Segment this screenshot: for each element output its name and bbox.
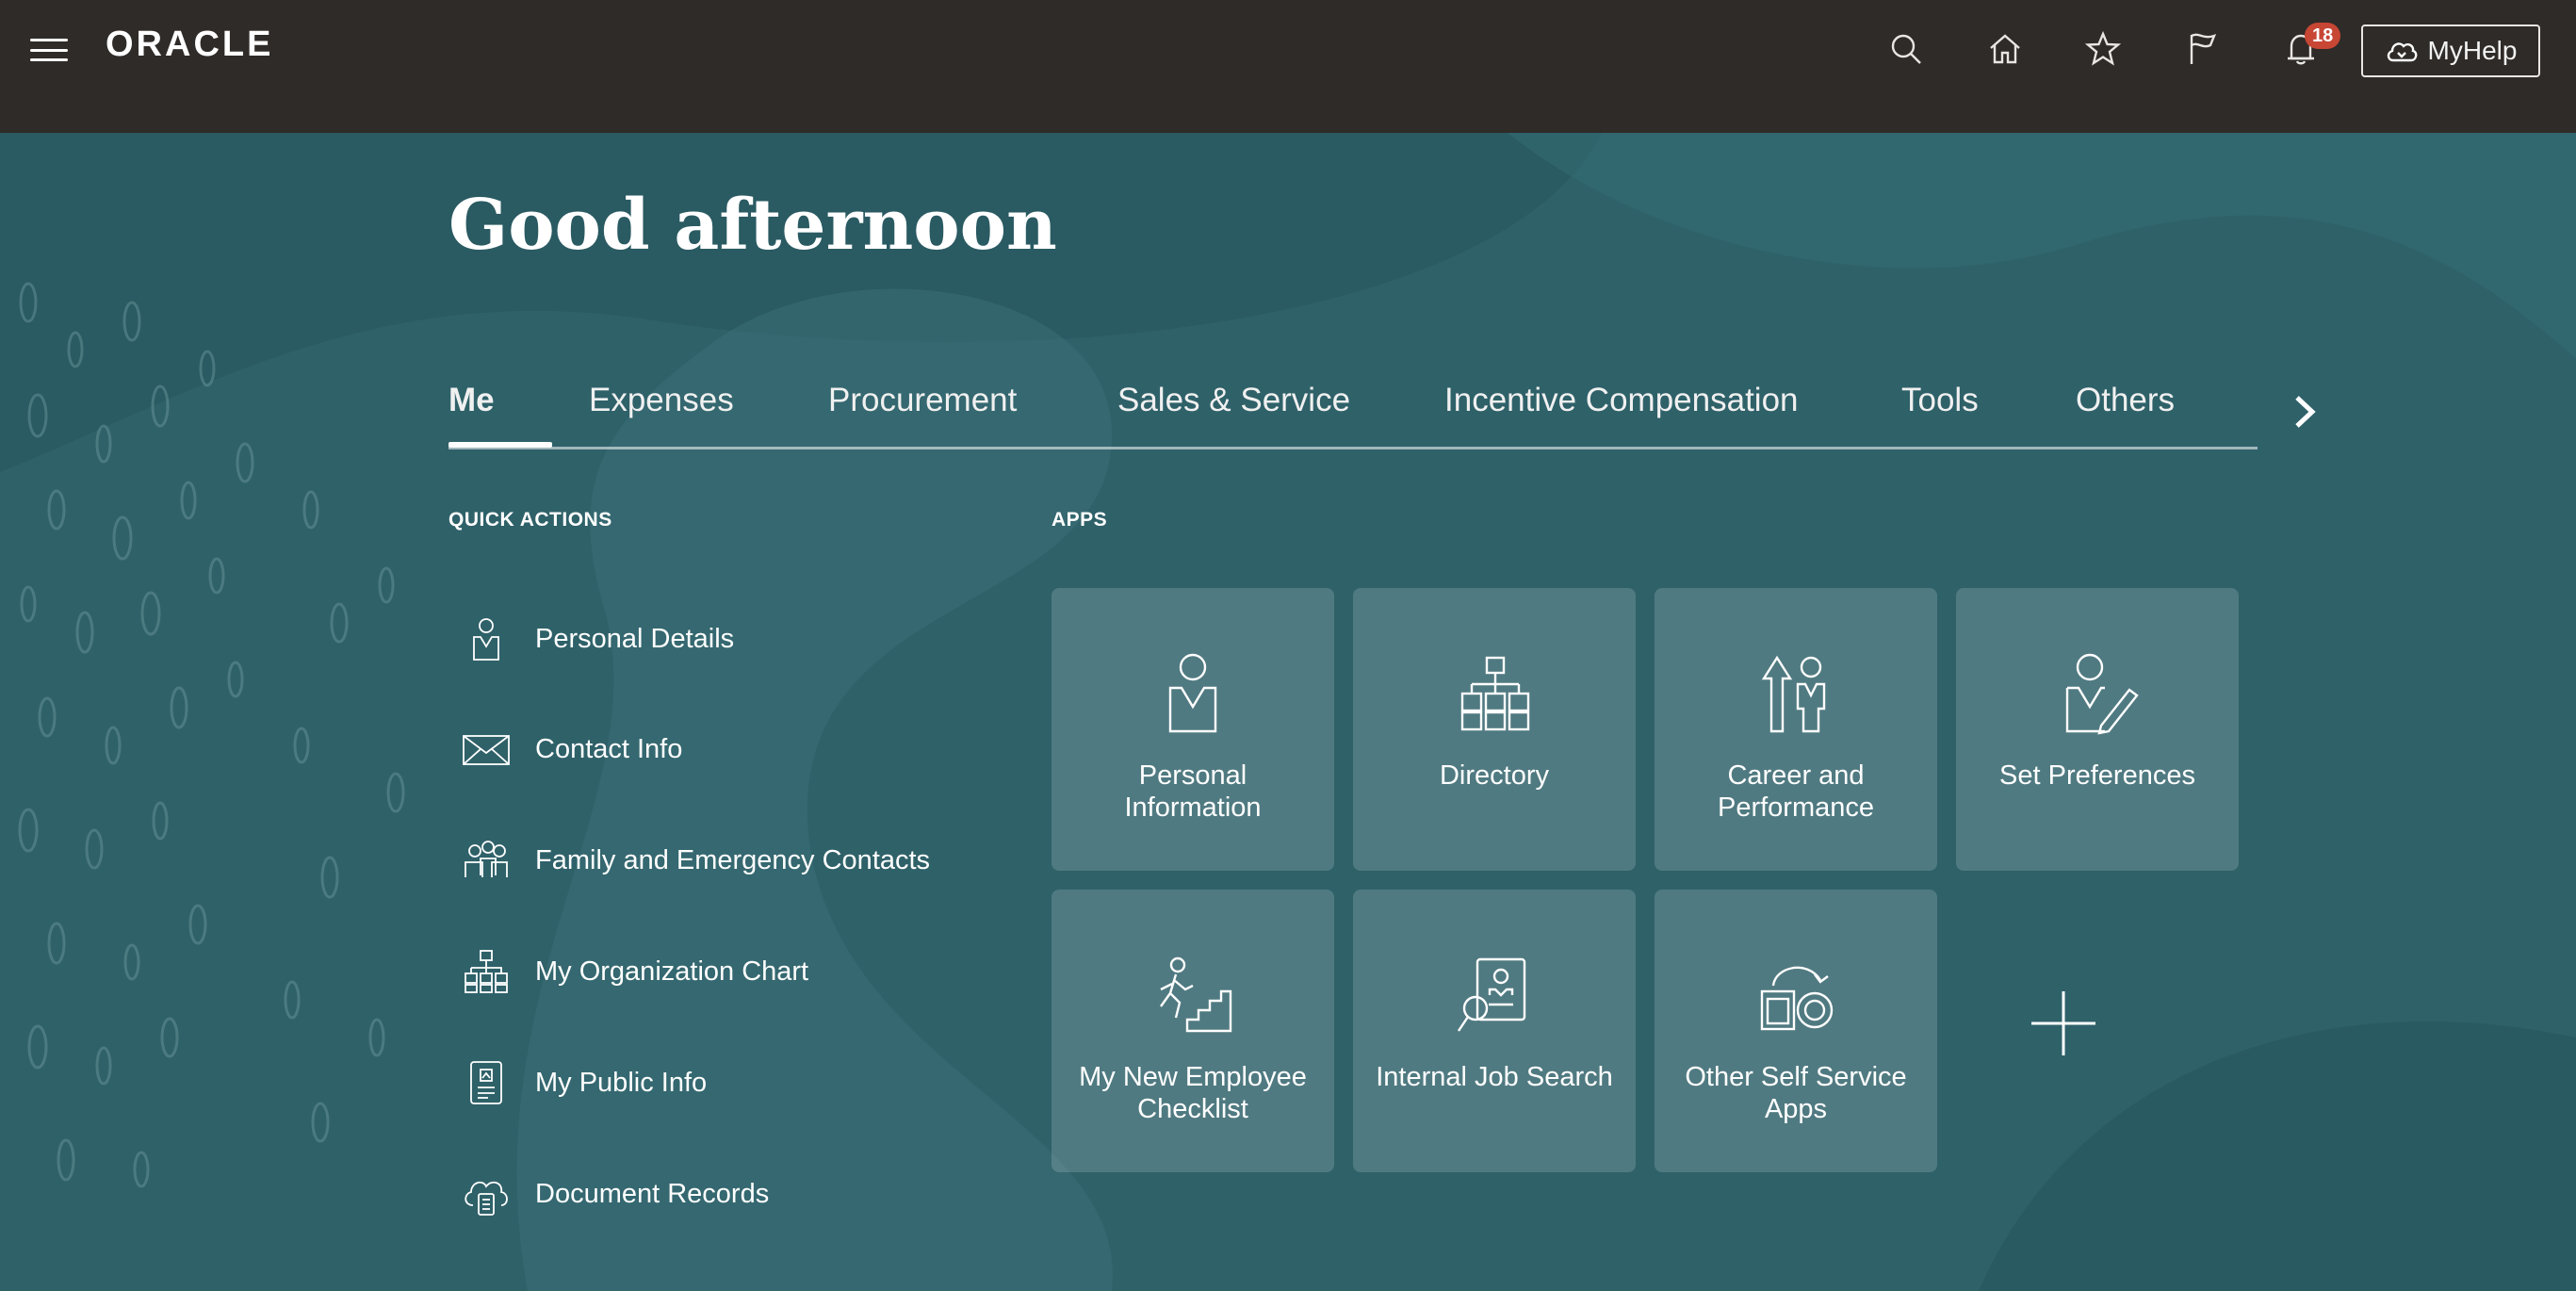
job-search-icon [1447,948,1541,1042]
id-card-icon [458,1054,514,1111]
person-badge-icon [458,611,514,667]
quick-action-public-info[interactable]: My Public Info [458,1050,707,1116]
plus-icon[interactable] [2028,988,2099,1059]
quick-action-document-records[interactable]: Document Records [458,1161,769,1227]
quick-action-label: My Organization Chart [535,956,809,987]
app-tile-label: Set Preferences [1999,760,2195,791]
app-tile-label: Career and Performance [1717,760,1874,823]
quick-action-label: Personal Details [535,623,735,654]
search-icon[interactable] [1882,25,1931,74]
quick-action-label: Contact Info [535,733,683,764]
global-header: ORACLE 18 MyHelp [0,0,2576,133]
app-tile-label: Other Self Service Apps [1685,1062,1907,1124]
app-tile-personal-information[interactable]: Personal Information [1052,588,1334,871]
app-tile-label: Internal Job Search [1376,1062,1613,1092]
myhelp-button[interactable]: MyHelp [2361,25,2540,77]
app-tile-new-employee-checklist[interactable]: My New Employee Checklist [1052,890,1334,1172]
navigation-tabs: Me Expenses Procurement Sales & Service … [448,372,2258,449]
quick-action-label: Family and Emergency Contacts [535,844,931,875]
app-tile-directory[interactable]: Directory [1353,588,1636,871]
tab-me[interactable]: Me [448,382,495,419]
hierarchy-icon [1447,646,1541,741]
apps-cycle-icon [1749,948,1843,1042]
home-icon[interactable] [1981,25,2030,74]
app-tile-label: Directory [1439,760,1549,791]
menu-icon[interactable] [30,36,68,64]
cloud-document-icon [458,1166,514,1222]
active-tab-indicator [448,442,552,448]
tab-sales-service[interactable]: Sales & Service [1117,382,1350,419]
tab-procurement[interactable]: Procurement [828,382,1017,419]
person-pencil-icon [2050,646,2144,741]
star-icon[interactable] [2079,25,2128,74]
greeting-title: Good afternoon [448,185,1057,266]
app-tile-label: My New Employee Checklist [1079,1062,1307,1124]
quick-action-contact-info[interactable]: Contact Info [458,716,682,782]
bell-icon[interactable]: 18 [2276,23,2341,74]
quick-action-family-contacts[interactable]: Family and Emergency Contacts [458,827,930,893]
app-tile-label: Personal Information [1124,760,1262,823]
quick-actions-heading: QUICK ACTIONS [448,509,612,531]
org-chart-icon [458,943,514,1000]
tab-incentive-compensation[interactable]: Incentive Compensation [1444,382,1799,419]
climbing-stairs-icon [1146,948,1240,1042]
apps-heading: APPS [1052,509,1108,531]
family-icon [458,832,514,889]
quick-action-org-chart[interactable]: My Organization Chart [458,939,808,1005]
app-tile-other-self-service-apps[interactable]: Other Self Service Apps [1655,890,1937,1172]
quick-action-label: Document Records [535,1178,770,1209]
envelope-icon [458,721,514,777]
flag-icon[interactable] [2177,25,2226,74]
career-growth-icon [1749,646,1843,741]
myhelp-label: MyHelp [2427,36,2518,65]
oracle-logo[interactable]: ORACLE [106,25,273,65]
cloud-icon [2387,42,2417,62]
tab-expenses[interactable]: Expenses [589,382,734,419]
quick-action-personal-details[interactable]: Personal Details [458,606,734,672]
tab-others[interactable]: Others [2076,382,2175,419]
chevron-right-icon[interactable] [2286,388,2323,435]
quick-action-label: My Public Info [535,1067,708,1098]
notification-badge: 18 [2305,23,2341,49]
app-tile-set-preferences[interactable]: Set Preferences [1956,588,2239,871]
person-icon [1146,646,1240,741]
tab-tools[interactable]: Tools [1901,382,1979,419]
app-tile-internal-job-search[interactable]: Internal Job Search [1353,890,1636,1172]
app-tile-career-performance[interactable]: Career and Performance [1655,588,1937,871]
